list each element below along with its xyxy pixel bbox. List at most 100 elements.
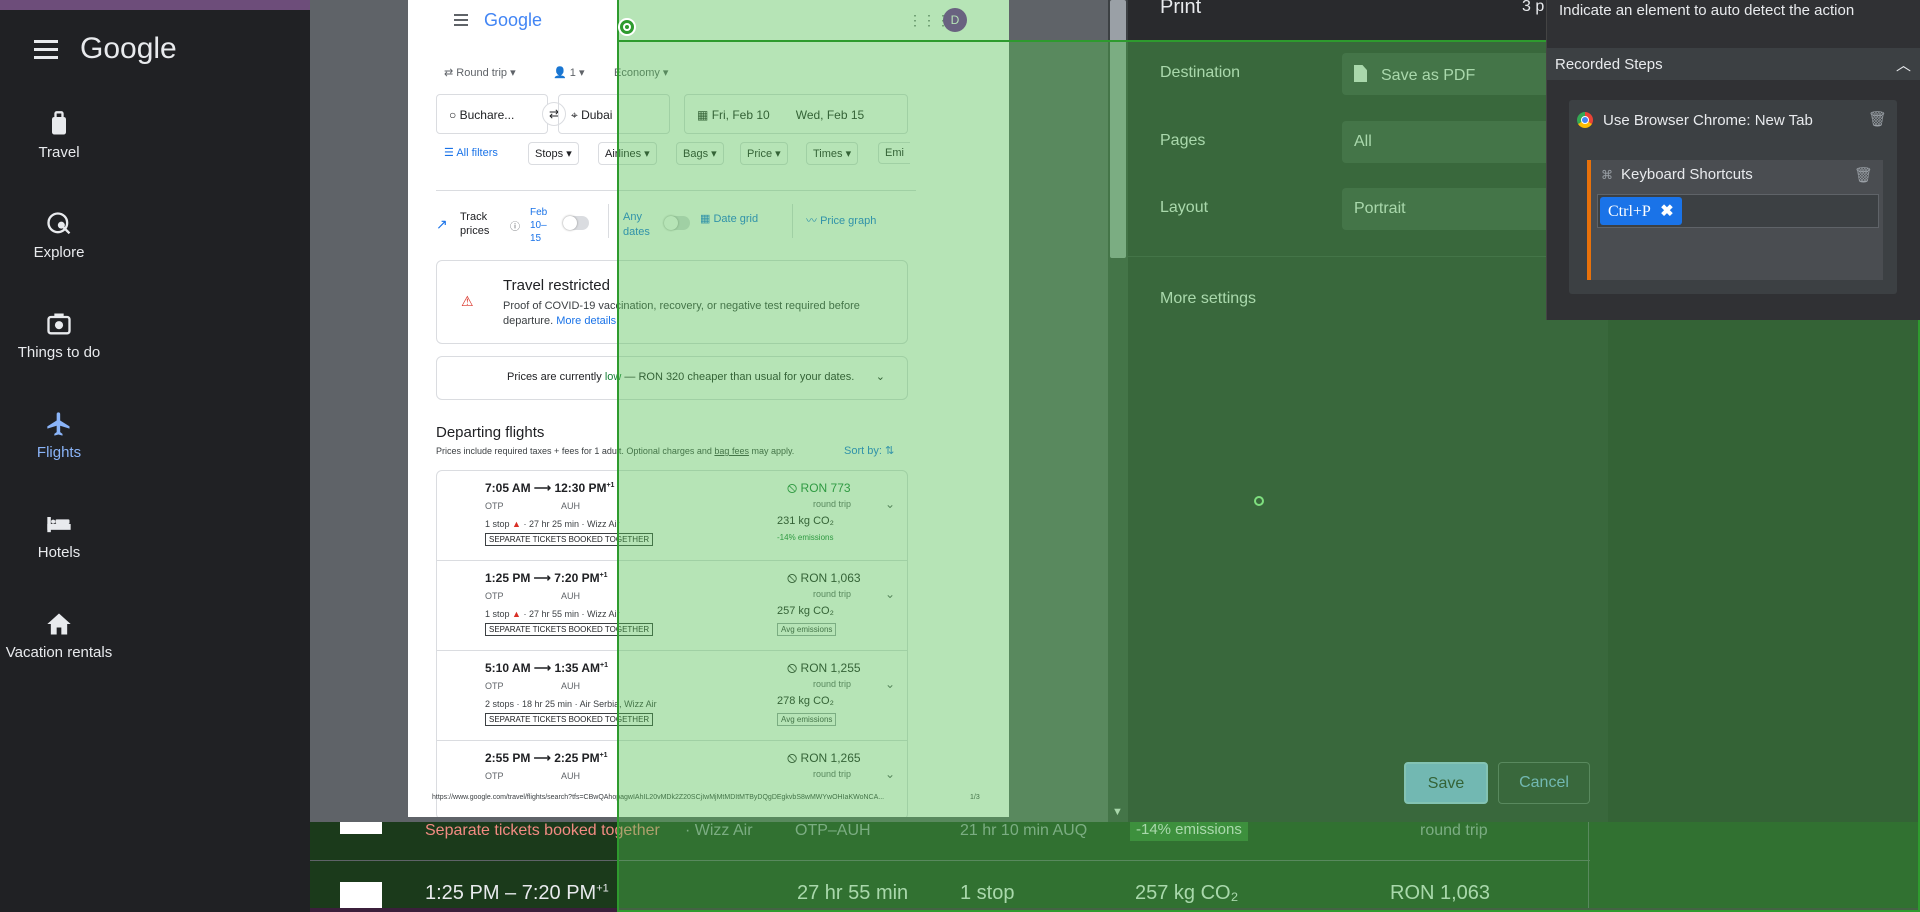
recorder-hint: Indicate an element to auto detect the a… [1559, 2, 1855, 19]
delete-substep-icon[interactable]: 🗑 [1854, 166, 1873, 184]
travel-restricted-alert: ⚠ Travel restricted Proof of COVID-19 va… [436, 260, 908, 344]
flight-list: 7:05 AM ⟶ 12:30 PM+1 OTP AUH 1 stop ▲ · 27 … [436, 470, 908, 817]
keyboard-icon: ⌘ [1601, 168, 1613, 182]
co2-text: 257 kg CO₂ [1135, 882, 1239, 904]
round-trip-label: round trip [813, 499, 852, 509]
nav-item-vacation-rentals[interactable]: Vacation rentals [0, 610, 118, 661]
airplane-icon [47, 412, 70, 436]
flight-price: 🛇 RON 773 [787, 481, 851, 495]
filter-stops: Stops ▾ [528, 142, 579, 165]
emissions-label: Avg emissions [777, 713, 837, 726]
expand-flight-icon: ⌄ [885, 767, 896, 781]
price-insight: Prices are currently low — RON 320 cheap… [436, 356, 908, 400]
delete-step-icon[interactable]: 🗑 [1868, 110, 1887, 128]
stops-text: 1 stop [960, 882, 1015, 904]
chrome-icon [1577, 112, 1593, 128]
flight-times: 7:05 AM ⟶ 12:30 PM+1 [485, 481, 615, 495]
flight-row: 1:25 PM ⟶ 7:20 PM+1 OTP AUH 1 stop ▲ · 27 h… [437, 561, 907, 651]
origin-field: ○ Buchare... [436, 94, 548, 134]
step-card[interactable]: Use Browser Chrome: New Tab 🗑 ⌘ Keyboard… [1569, 100, 1897, 294]
substep-card[interactable]: ⌘ Keyboard Shortcuts 🗑 Ctrl+P ✖ [1587, 160, 1883, 280]
dialog-divider [1128, 40, 1608, 41]
filter-price: Price ▾ [740, 142, 788, 165]
stops-info: 1 stop ▲ · 27 hr 25 min · Wizz Air [485, 519, 620, 529]
round-trip-text: round trip [1420, 822, 1488, 839]
scroll-down-icon[interactable]: ▼ [1112, 806, 1123, 818]
substep-title: Keyboard Shortcuts [1621, 166, 1753, 183]
filter-airlines: Airlines ▾ [598, 142, 657, 165]
bed-icon [47, 517, 71, 533]
pages-label: Pages [1160, 132, 1206, 149]
nav-label: Flights [36, 444, 82, 461]
hamburger-menu-icon[interactable] [34, 40, 58, 60]
shortcut-field[interactable]: Ctrl+P ✖ [1597, 194, 1879, 228]
nav-item-explore[interactable]: Explore [0, 210, 118, 261]
flight-times: 2:55 PM ⟶ 2:25 PM+1 [485, 751, 608, 765]
warning-icon: ▲ [512, 519, 521, 529]
warning-icon: ▲ [512, 609, 521, 619]
any-dates-toggle [664, 216, 690, 230]
flight-times: 1:25 PM – 7:20 PM+1 [425, 882, 609, 904]
flight-times: 5:10 AM ⟶ 1:35 AM+1 [485, 661, 608, 675]
trend-icon: ↗ [436, 216, 448, 232]
recorded-steps-header[interactable]: Recorded Steps ︿ [1547, 48, 1920, 80]
print-dialog: Print 3 p Destination Save as PDF Pages … [1128, 0, 1608, 822]
track-prices-label: Track prices [460, 211, 490, 237]
price-graph-button: 〰 Price graph [806, 215, 877, 227]
more-settings-toggle[interactable]: More settings [1160, 290, 1256, 308]
preview-scrollbar-thumb[interactable] [1110, 0, 1126, 258]
row-divider [310, 860, 1590, 861]
destination-code: AUH [561, 591, 581, 601]
flight-price: 🛇 RON 1,063 [787, 571, 861, 585]
co2-value: 278 kg CO₂ [777, 695, 834, 707]
stops-info: 2 stops · 18 hr 25 min · Air Serbia, Wiz… [485, 699, 657, 709]
print-footer-page: 1/3 [970, 794, 980, 801]
layover-text: 21 hr 10 min AUQ [960, 822, 1088, 839]
co2-value: 257 kg CO₂ [777, 605, 834, 617]
filter-bags: Bags ▾ [676, 142, 724, 165]
stops-info: 1 stop ▲ · 27 hr 55 min · Wizz Air [485, 609, 620, 619]
bottom-strip [310, 908, 1920, 912]
divider [792, 204, 793, 238]
cursor-dot-icon [1254, 496, 1264, 506]
no-bag-icon: 🛇 [787, 484, 798, 495]
destination-code: AUH [561, 771, 581, 781]
no-bag-icon: 🛇 [787, 754, 798, 765]
remove-shortcut-icon[interactable]: ✖ [1660, 203, 1673, 220]
document-icon [1354, 65, 1367, 82]
alert-body: Proof of COVID-19 vaccination, recovery,… [503, 300, 860, 327]
calendar-icon: ▦ [697, 108, 709, 122]
departing-subtitle: Prices include required taxes + fees for… [436, 446, 795, 456]
expand-flight-icon: ⌄ [885, 497, 896, 511]
separate-tickets-tag: SEPARATE TICKETS BOOKED TOGETHER [485, 533, 654, 546]
cancel-button[interactable]: Cancel [1498, 762, 1590, 804]
save-button[interactable]: Save [1404, 762, 1488, 804]
shortcut-chip[interactable]: Ctrl+P ✖ [1600, 197, 1682, 225]
nav-label: Travel [38, 144, 80, 161]
google-logo[interactable]: Google [80, 32, 177, 66]
house-icon [47, 613, 71, 635]
trip-type-select: ⇄ Round trip ▾ [444, 67, 516, 79]
nav-item-hotels[interactable]: Hotels [0, 510, 118, 561]
step-title: Use Browser Chrome: New Tab [1603, 112, 1813, 129]
travel-bag-icon [52, 111, 66, 135]
cabin-select: Economy ▾ [614, 67, 669, 79]
flight-price: 🛇 RON 1,265 [787, 751, 861, 765]
preview-page: Google ⋮⋮⋮ D ⇄ Round trip ▾ 👤 1 ▾ Econom… [408, 0, 1009, 817]
track-dates: Feb 10–15 [530, 207, 548, 244]
list-border [1588, 822, 1589, 912]
any-dates-label: Any dates [623, 211, 650, 238]
filter-emissions: Emi [878, 142, 910, 164]
emissions-label: Avg emissions [777, 623, 837, 636]
passengers-select: 👤 1 ▾ [553, 67, 585, 79]
collapse-icon[interactable]: ︿ [1896, 54, 1911, 75]
nav-item-travel[interactable]: Travel [0, 110, 118, 161]
separate-tickets-tag: SEPARATE TICKETS BOOKED TOGETHER [485, 623, 654, 636]
separate-tickets-tag: SEPARATE TICKETS BOOKED TOGETHER [485, 713, 654, 726]
paper-menu-icon [454, 14, 468, 26]
nav-item-things-to-do[interactable]: Things to do [0, 310, 118, 361]
nav-item-flights[interactable]: Flights [0, 410, 118, 461]
airline-text: · Wizz Air [685, 822, 753, 839]
recorder-panel: Indicate an element to auto detect the a… [1546, 0, 1920, 320]
origin-code: OTP [485, 771, 504, 781]
